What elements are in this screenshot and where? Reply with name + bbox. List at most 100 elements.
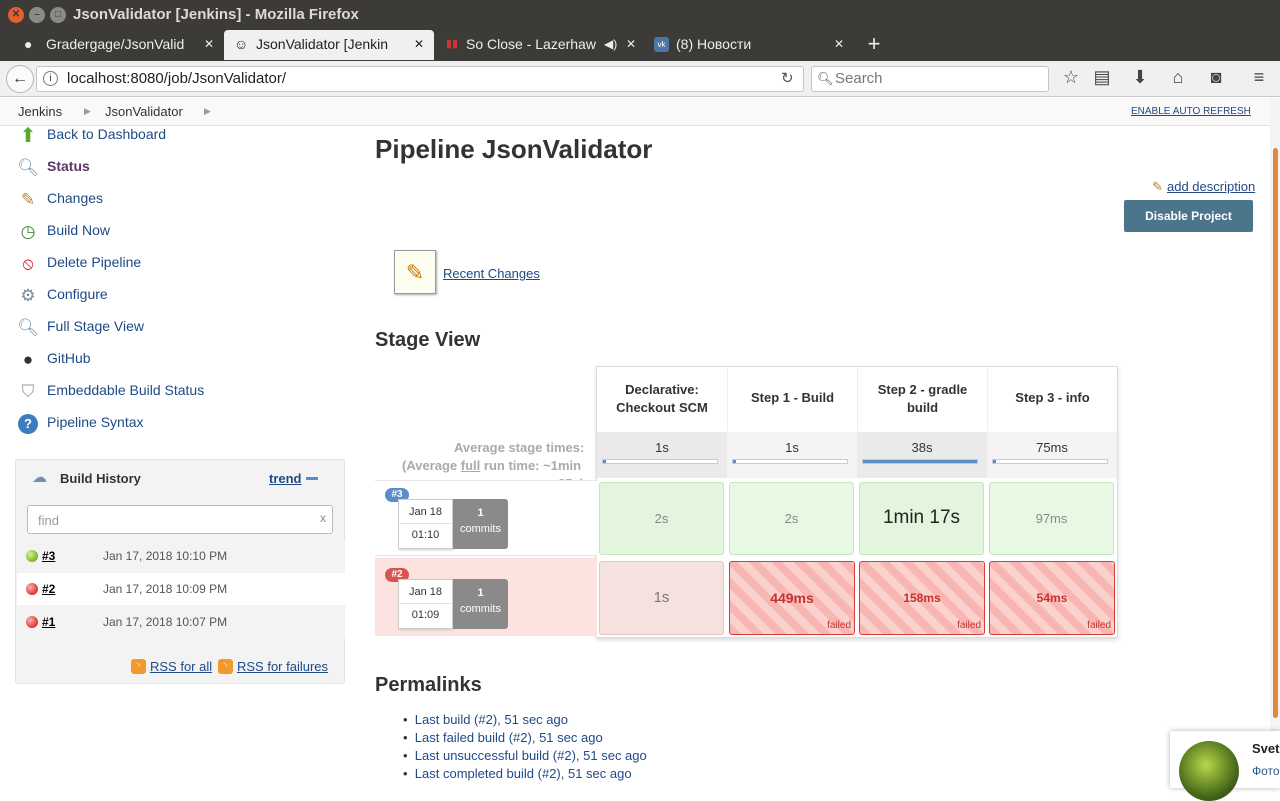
build-number-link[interactable]: #3 (42, 549, 55, 563)
close-window-button[interactable]: ✕ (8, 7, 24, 23)
commits-label: commits (460, 603, 501, 615)
add-description-link[interactable]: add description (1167, 179, 1255, 194)
commits-box[interactable]: 1 commits (453, 499, 508, 549)
tab-jsonvalidator[interactable]: ☺ JsonValidator [Jenkin ✕ (224, 30, 434, 60)
bookmark-star-icon[interactable]: ☆ (1060, 67, 1082, 88)
disable-project-button[interactable]: Disable Project (1124, 200, 1253, 232)
chevron-right-icon[interactable]: ▶ (84, 98, 91, 125)
stage-progress-track (992, 459, 1108, 464)
stage-name: Step 1 - Build (750, 390, 835, 405)
close-tab-icon[interactable]: ✕ (834, 30, 844, 58)
reload-icon[interactable]: ↻ (781, 67, 794, 91)
sidebar-item-changes[interactable]: ✎ Changes (16, 186, 316, 214)
stage-average: 1s (597, 432, 727, 478)
tab-github[interactable]: ● Gradergage/JsonValid ✕ (14, 30, 222, 60)
sidebar-item-build-now[interactable]: ◷ Build Now (16, 218, 316, 246)
sidebar-item-pipeline-syntax[interactable]: ? Pipeline Syntax (16, 410, 316, 438)
commits-box[interactable]: 1 commits (453, 579, 508, 629)
permalink-last-failed-build[interactable]: Last failed build (#2), 51 sec ago (415, 730, 603, 745)
recent-changes-link[interactable]: Recent Changes (443, 266, 540, 281)
stage-duration: 2s (654, 511, 669, 526)
pocket-icon[interactable]: ◙ (1205, 67, 1227, 88)
stage-cell-success[interactable]: 97ms (989, 482, 1114, 555)
build-row[interactable]: #3 Jan 17, 2018 10:10 PM (17, 540, 345, 572)
stage-header: Declarative: Checkout SCM (597, 367, 727, 431)
maximize-window-button[interactable]: □ (50, 7, 66, 23)
permalink-last-completed-build[interactable]: Last completed build (#2), 51 sec ago (415, 766, 632, 781)
stage-average-time: 1s (655, 440, 669, 455)
list-item: • Last completed build (#2), 51 sec ago (403, 766, 632, 781)
sidebar-item-status[interactable]: 🔍︎ Status (16, 154, 316, 182)
download-icon[interactable]: ⬇ (1129, 67, 1151, 88)
edit-icon: ✎ (1152, 179, 1163, 194)
stage-duration: 158ms (903, 591, 941, 605)
stage-cell-success[interactable]: 2s (729, 482, 854, 555)
average-run-time-suffix: run time: ~1min (480, 458, 582, 473)
permalink-last-build[interactable]: Last build (#2), 51 sec ago (415, 712, 568, 727)
help-icon: ? (18, 414, 38, 434)
sidebar-item-configure[interactable]: ⚙ Configure (16, 282, 316, 310)
search-input[interactable]: 🔍︎ Search (811, 66, 1049, 92)
reading-list-icon[interactable]: ▤ (1091, 67, 1113, 88)
full-link[interactable]: full (461, 458, 481, 473)
build-number-link[interactable]: #1 (42, 615, 55, 629)
failed-tag: failed (827, 620, 851, 631)
average-stage-times-label: Average stage times: (454, 440, 585, 455)
stage-cell-failed[interactable]: 158ms failed (859, 561, 985, 635)
url-bar[interactable]: i localhost:8080/job/JsonValidator/ ↻ (36, 66, 804, 92)
permalink-last-unsuccessful-build[interactable]: Last unsuccessful build (#2), 51 sec ago (415, 748, 647, 763)
sidebar-item-full-stage-view[interactable]: 🔍︎ Full Stage View (16, 314, 316, 342)
home-icon[interactable]: ⌂ (1167, 67, 1189, 88)
rss-for-failures-link[interactable]: RSS for failures (237, 659, 328, 674)
jenkins-icon: ☺ (234, 36, 249, 52)
average-run-time-prefix: (Average (402, 458, 461, 473)
close-tab-icon[interactable]: ✕ (626, 30, 636, 58)
tab-music[interactable]: ▮▮ So Close - Lazerhaw ◀) ✕ (436, 30, 646, 60)
sidebar-item-back-to-dashboard[interactable]: ⬆ Back to Dashboard (16, 122, 316, 150)
build-filter-input[interactable]: find x (27, 505, 333, 534)
close-tab-icon[interactable]: ✕ (204, 30, 214, 58)
breadcrumb-jsonvalidator[interactable]: JsonValidator (105, 98, 183, 125)
breadcrumb-jenkins[interactable]: Jenkins (18, 98, 62, 125)
sidebar-item-embeddable-build-status[interactable]: ⛉ Embeddable Build Status (16, 378, 316, 406)
tab-vk[interactable]: vk (8) Новости ✕ (646, 30, 856, 60)
tab-label: JsonValidator [Jenkin (256, 36, 389, 52)
trend-toggle-icon[interactable] (306, 477, 318, 480)
menu-icon[interactable]: ≡ (1248, 67, 1270, 88)
list-item: • Last unsuccessful build (#2), 51 sec a… (403, 748, 647, 763)
minimize-window-button[interactable]: – (29, 7, 45, 23)
build-row[interactable]: #2 Jan 17, 2018 10:09 PM (17, 573, 345, 605)
trend-link[interactable]: trend (269, 471, 302, 486)
stage-duration: 449ms (770, 590, 814, 606)
new-tab-button[interactable]: + (862, 30, 886, 60)
scrollbar-thumb[interactable] (1273, 148, 1278, 718)
close-tab-icon[interactable]: ✕ (414, 30, 424, 58)
stage-cell-success[interactable]: 1s (599, 561, 724, 635)
clear-filter-icon[interactable]: x (320, 511, 326, 525)
stage-progress-fill (733, 460, 737, 463)
stage-cell-success[interactable]: 2s (599, 482, 724, 555)
enable-auto-refresh-link[interactable]: ENABLE AUTO REFRESH (1131, 98, 1251, 125)
failed-ball-icon (26, 583, 38, 595)
page-scrollbar[interactable] (1270, 98, 1280, 788)
back-button[interactable]: ← (6, 65, 34, 93)
stage-duration: 1s (653, 589, 670, 606)
rss-for-all-link[interactable]: RSS for all (150, 659, 212, 674)
sidebar-item-github[interactable]: ● GitHub (16, 346, 316, 374)
chevron-right-icon[interactable]: ▶ (204, 98, 211, 125)
list-item: • Last failed build (#2), 51 sec ago (403, 730, 603, 745)
build-row[interactable]: #1 Jan 17, 2018 10:07 PM (17, 606, 345, 638)
run-date: Jan 18 (399, 580, 452, 604)
speaker-icon[interactable]: ◀) (604, 30, 617, 58)
stage-cell-success[interactable]: 1min 17s (859, 482, 984, 555)
info-icon[interactable]: i (43, 71, 58, 86)
stage-cell-failed[interactable]: 54ms failed (989, 561, 1115, 635)
stage-average-time: 1s (785, 440, 799, 455)
notification-popup[interactable]: Svetl Фото (1170, 731, 1280, 801)
stage-cell-failed[interactable]: 449ms failed (729, 561, 855, 635)
failed-tag: failed (1087, 620, 1111, 631)
stage-average-time: 75ms (1036, 440, 1068, 455)
sidebar-item-delete-pipeline[interactable]: ⦸ Delete Pipeline (16, 250, 316, 278)
build-number-link[interactable]: #2 (42, 582, 55, 596)
github-icon: ● (22, 350, 34, 369)
